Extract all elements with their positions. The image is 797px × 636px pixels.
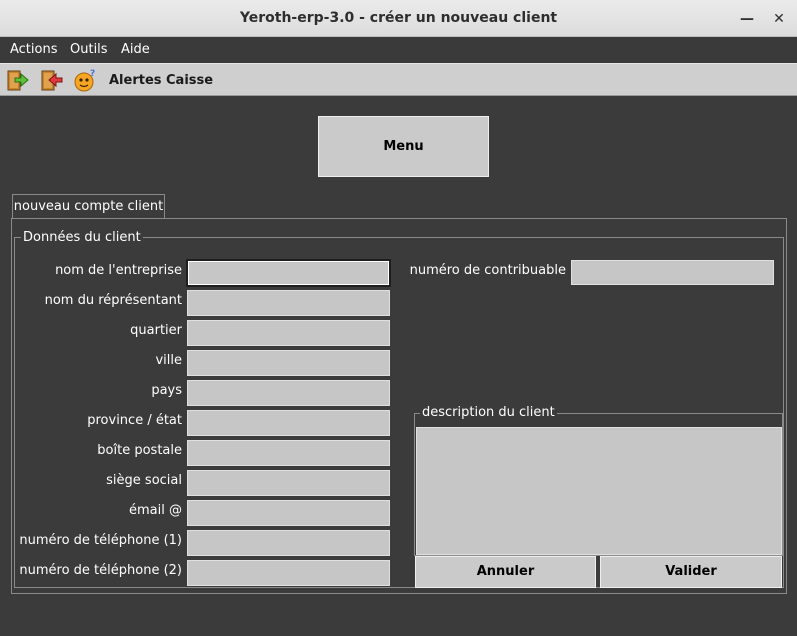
representant-field[interactable] (187, 290, 390, 316)
siege-social-field[interactable] (187, 470, 390, 496)
menu-outils[interactable]: Outils (70, 42, 108, 57)
tab-nouveau-compte-client[interactable]: nouveau compte client (12, 194, 165, 219)
svg-text:?: ? (90, 69, 95, 79)
contribuable-field[interactable] (571, 260, 774, 285)
label-representant: nom du réprésentant (44, 293, 182, 308)
telephone-2-field[interactable] (187, 560, 390, 586)
entreprise-field[interactable] (186, 259, 391, 287)
door-exit-icon[interactable] (39, 68, 63, 92)
valider-button[interactable]: Valider (600, 556, 782, 588)
email-field[interactable] (187, 500, 390, 526)
label-quartier: quartier (130, 323, 182, 338)
group-title: Données du client (21, 230, 143, 245)
label-province: province / état (87, 413, 182, 428)
minimize-icon: — (740, 11, 754, 27)
telephone-1-field[interactable] (187, 530, 390, 556)
toolbar-alertes[interactable]: Alertes (109, 73, 162, 88)
label-boite-postale: boîte postale (97, 443, 182, 458)
menu-actions[interactable]: Actions (10, 42, 58, 57)
pays-field[interactable] (187, 380, 390, 406)
ville-field[interactable] (187, 350, 390, 376)
menu-button[interactable]: Menu (318, 116, 489, 177)
quartier-field[interactable] (187, 320, 390, 346)
window-title: Yeroth-erp-3.0 - créer un nouveau client (239, 10, 558, 26)
window-titlebar: Yeroth-erp-3.0 - créer un nouveau client… (0, 0, 797, 37)
label-contribuable: numéro de contribuable (409, 263, 566, 278)
description-title: description du client (420, 405, 557, 420)
label-telephone-2: numéro de téléphone (2) (19, 563, 182, 578)
label-email: émail @ (129, 503, 182, 518)
label-entreprise: nom de l'entreprise (55, 263, 182, 278)
toolbar: ? Alertes Caisse (0, 63, 797, 96)
annuler-button[interactable]: Annuler (415, 556, 596, 588)
boite-postale-field[interactable] (187, 440, 390, 466)
close-icon: ✕ (773, 11, 785, 27)
smiley-help-icon[interactable]: ? (73, 68, 97, 92)
label-ville: ville (155, 353, 182, 368)
minimize-button[interactable]: — (736, 8, 758, 30)
menu-aide[interactable]: Aide (121, 42, 150, 57)
label-telephone-1: numéro de téléphone (1) (19, 533, 182, 548)
label-pays: pays (151, 383, 182, 398)
close-button[interactable]: ✕ (768, 8, 790, 30)
label-siege-social: siège social (106, 473, 182, 488)
toolbar-caisse[interactable]: Caisse (166, 73, 213, 88)
province-field[interactable] (187, 410, 390, 436)
menubar: Actions Outils Aide (0, 37, 797, 63)
description-textarea[interactable] (416, 427, 782, 555)
door-enter-icon[interactable] (5, 68, 29, 92)
